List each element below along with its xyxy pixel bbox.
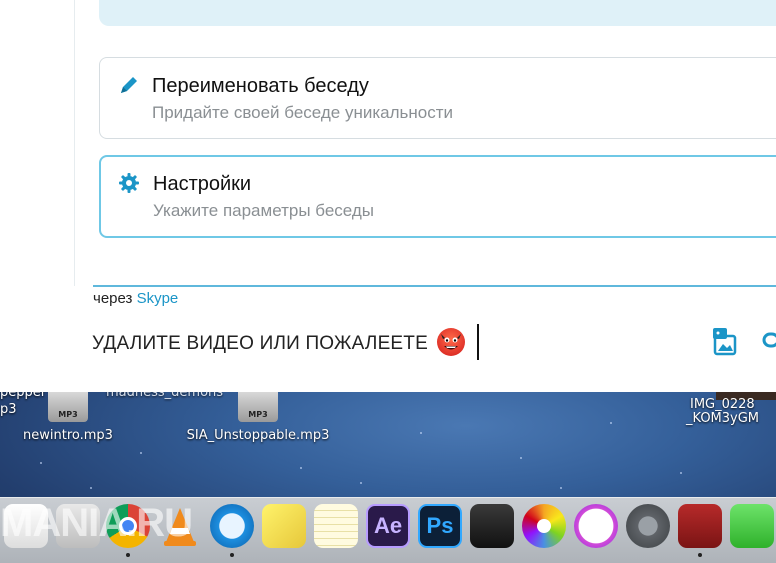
running-indicator — [698, 553, 702, 557]
message-text: УДАЛИТЕ ВИДЕО ИЛИ ПОЖАЛЕЕТЕ — [92, 333, 428, 355]
left-pane — [0, 0, 75, 286]
card-subtitle: Укажите параметры беседы — [153, 201, 374, 220]
message-input[interactable]: УДАЛИТЕ ВИДЕО ИЛИ ПОЖАЛЕЕТЕ — [92, 324, 479, 362]
text-cursor — [476, 324, 479, 360]
itunes-icon[interactable] — [574, 504, 618, 548]
service-link[interactable]: Skype — [137, 290, 179, 307]
send-via-label: через Skype — [93, 290, 179, 307]
gear-icon — [118, 172, 140, 194]
running-indicator — [230, 553, 234, 557]
system-preferences-icon[interactable] — [626, 504, 670, 548]
desktop-file-partial[interactable]: IMG_0228 — [690, 397, 755, 412]
desktop-file[interactable]: MP3 SIA_Unstoppable.mp3 — [176, 392, 340, 443]
devil-emoji-icon — [437, 328, 466, 356]
desktop-file-partial-ext: p3 — [0, 402, 17, 417]
desktop-file-partial-ext: _KOM3yGM — [686, 411, 760, 426]
card-subtitle: Придайте своей беседе уникальности — [152, 103, 454, 122]
mp3-file-icon: MP3 — [48, 392, 88, 422]
desktop-file[interactable]: MP3 newintro.mp3 — [16, 392, 120, 443]
composer-divider — [93, 285, 776, 287]
quicktime-icon[interactable] — [210, 504, 254, 548]
send-file-icon[interactable] — [758, 326, 776, 356]
final-cut-pro-icon[interactable] — [470, 504, 514, 548]
rename-conversation-card[interactable]: Переименовать беседу Придайте своей бесе… — [99, 57, 776, 139]
skype-window: Переименовать беседу Придайте своей бесе… — [0, 0, 776, 392]
photos-icon[interactable] — [522, 504, 566, 548]
file-name: newintro.mp3 — [23, 428, 113, 443]
pencil-icon — [118, 74, 140, 96]
running-indicator — [126, 553, 130, 557]
card-title: Переименовать беседу — [152, 75, 369, 97]
photo-booth-icon[interactable] — [678, 504, 722, 548]
settings-card[interactable]: Настройки Укажите параметры беседы — [99, 155, 776, 238]
stickies-icon[interactable] — [262, 504, 306, 548]
watermark: MANIA.RU — [0, 501, 193, 545]
notes-icon[interactable] — [314, 504, 358, 548]
send-image-icon[interactable] — [712, 326, 738, 356]
after-effects-icon[interactable]: Ae — [366, 504, 410, 548]
facetime-icon[interactable] — [730, 504, 774, 548]
photoshop-icon[interactable]: Ps — [418, 504, 462, 548]
card-title: Настройки — [153, 173, 252, 195]
mp3-file-icon: MP3 — [238, 392, 278, 422]
info-banner — [99, 0, 776, 26]
file-name: SIA_Unstoppable.mp3 — [186, 428, 330, 443]
